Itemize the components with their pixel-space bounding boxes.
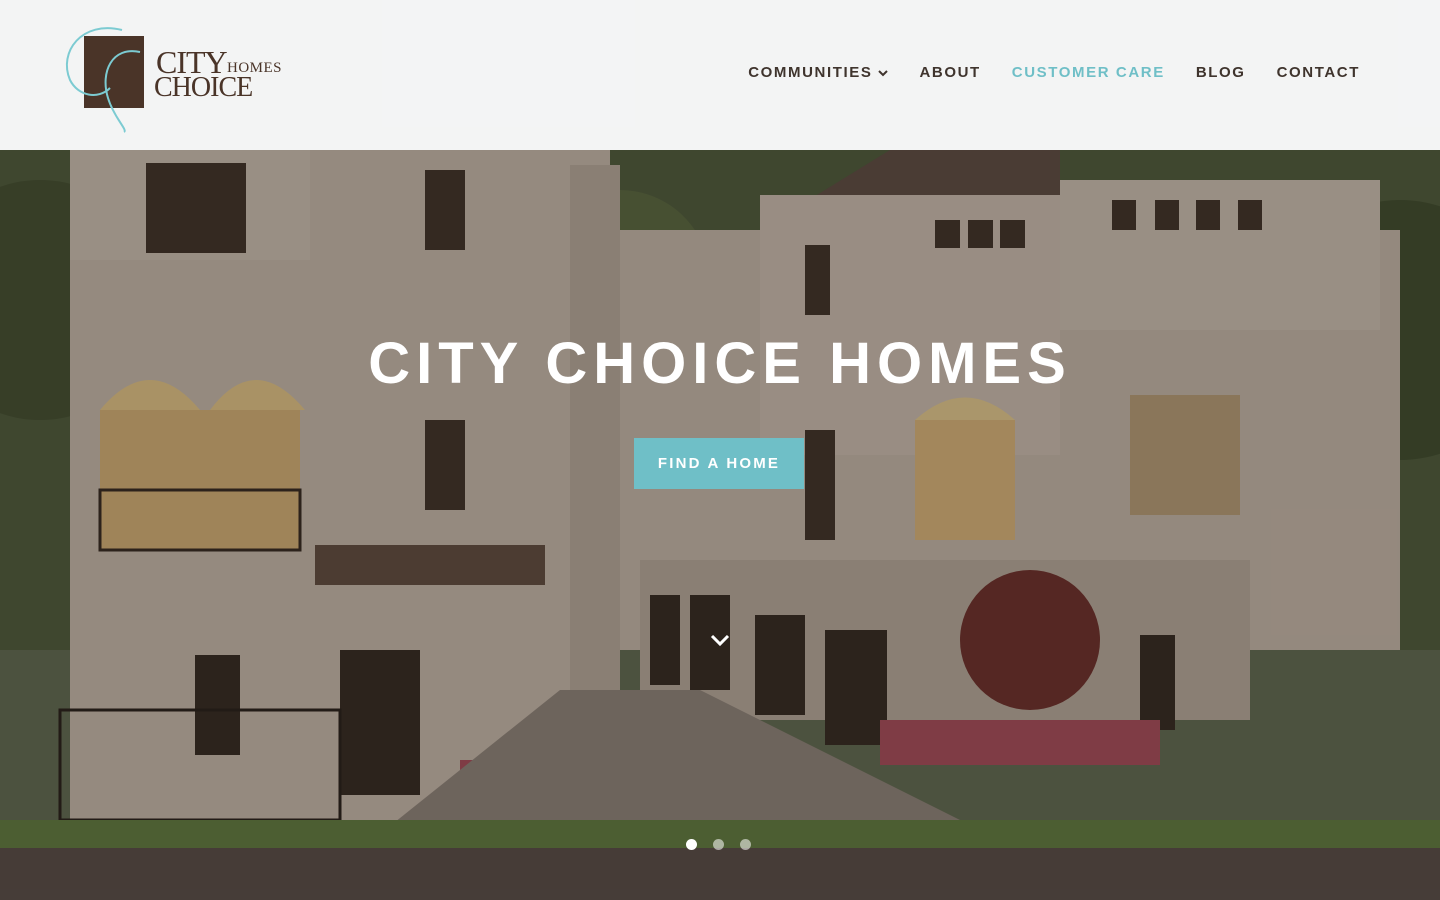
logo-word-choice: CHOICE (154, 72, 253, 103)
chevron-down-icon (878, 69, 889, 76)
main-nav: COMMUNITIES ABOUT CUSTOMER CARE BLOG CON… (717, 64, 1360, 81)
nav-item-communities[interactable]: COMMUNITIES (748, 64, 889, 81)
nav-item-blog[interactable]: BLOG (1196, 64, 1246, 81)
nav-item-customer-care[interactable]: CUSTOMER CARE (1012, 64, 1165, 81)
nav-item-label: CUSTOMER CARE (1011, 64, 1165, 81)
nav-item-label: ABOUT (919, 64, 981, 81)
slider-dot-1[interactable] (686, 839, 697, 850)
slider-pagination (686, 839, 767, 850)
slider-dot-3[interactable] (740, 839, 751, 850)
find-a-home-button[interactable]: FIND A HOME (634, 438, 804, 489)
nav-item-contact[interactable]: CONTACT (1277, 64, 1360, 81)
chevron-down-icon[interactable] (708, 630, 732, 650)
nav-item-about[interactable]: ABOUT (919, 64, 980, 81)
nav-item-label: CONTACT (1276, 64, 1360, 81)
slider-dot-2[interactable] (713, 839, 724, 850)
site-header: CITY HOMES CHOICE COMMUNITIES ABOUT CUST… (0, 0, 1440, 150)
nav-item-label: COMMUNITIES (748, 64, 873, 81)
site-logo[interactable]: CITY HOMES CHOICE (62, 22, 292, 134)
hero-title: CITY CHOICE HOMES (368, 331, 1072, 396)
logo-swirl-icon (65, 27, 141, 133)
nav-item-label: BLOG (1195, 64, 1246, 81)
